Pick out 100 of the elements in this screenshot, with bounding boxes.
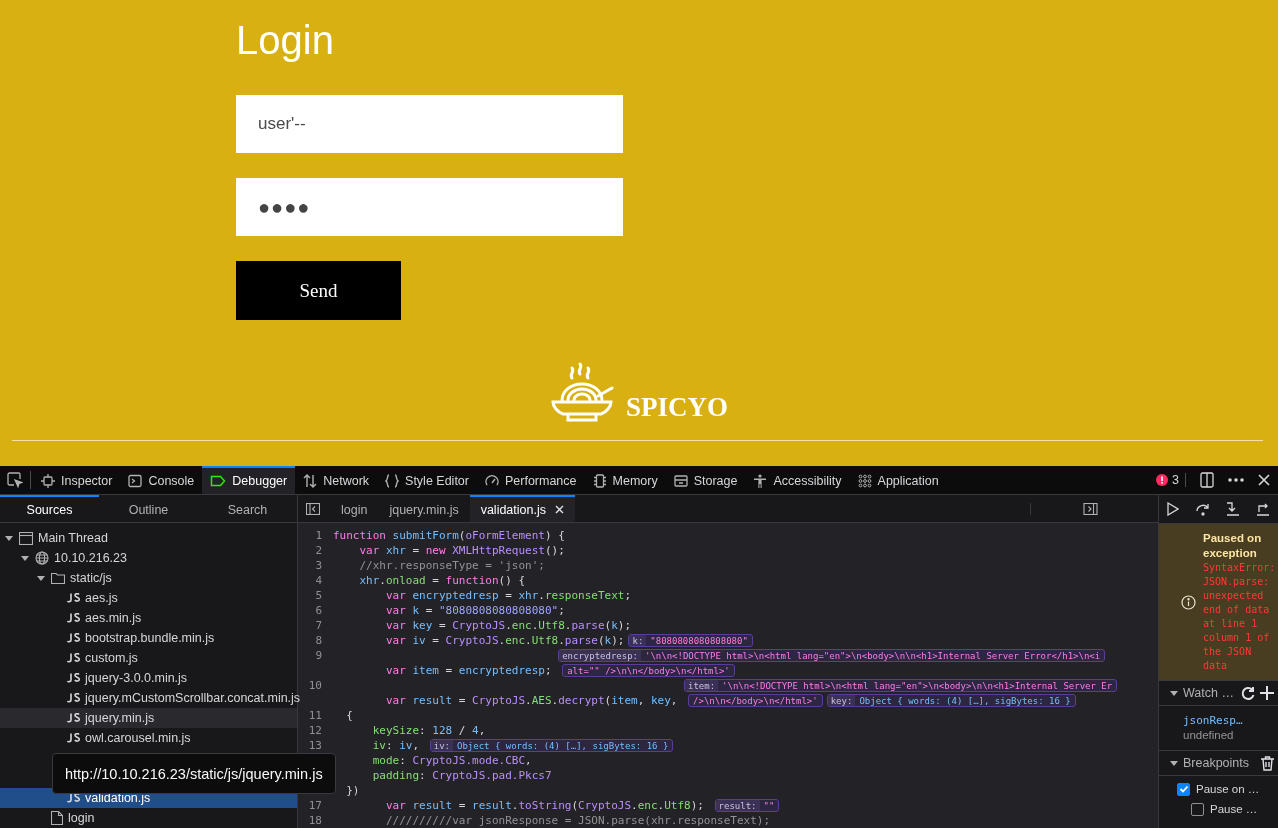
tree-item[interactable]: 10.10.216.23 <box>0 548 297 568</box>
sidebar-tab[interactable]: Sources <box>0 495 99 522</box>
network-icon <box>303 474 318 488</box>
code-line: padding: CryptoJS.pad.Pkcs7 <box>371 769 552 782</box>
info-icon <box>1181 594 1196 610</box>
js-file-icon <box>67 693 80 703</box>
inline-preview: k: "8080808080808080" <box>628 634 753 647</box>
sidebar-tab[interactable]: Search <box>198 495 297 522</box>
devtools-tab[interactable]: Inspector <box>33 466 121 494</box>
send-button[interactable]: Send <box>236 261 401 320</box>
js-file-icon <box>67 793 80 803</box>
watch-expression[interactable]: jsonResp… <box>1183 714 1278 728</box>
code-line: var xhr = new XMLHttpRequest(); <box>358 544 565 557</box>
line-number: 10 <box>307 679 323 692</box>
inline-preview: encryptedresp: '\n\n<!DOCTYPE html>\n<html lang="en">\n<body>\n\n<h1>Internal Server Error</h1>\n<i <box>558 649 1106 662</box>
toggle-sidebar-icon[interactable] <box>306 502 320 515</box>
file-tab[interactable]: jquery.min.js <box>378 495 470 522</box>
element-picker-icon[interactable] <box>7 472 23 488</box>
devtools-tab[interactable]: Performance <box>476 466 585 494</box>
devtools-tab[interactable]: Storage <box>665 466 746 494</box>
line-number: 2 <box>314 544 323 557</box>
line-number: 3 <box>314 559 323 572</box>
tree-item[interactable]: static/js <box>0 568 297 588</box>
step-over-icon[interactable] <box>1194 502 1211 516</box>
login-heading: Login <box>236 17 334 64</box>
tree-item[interactable]: Main Thread <box>0 528 297 548</box>
close-icon[interactable] <box>1258 474 1270 486</box>
dock-icon[interactable] <box>1200 472 1214 488</box>
devtools-tab[interactable]: Debugger <box>202 466 296 494</box>
close-tab-icon[interactable] <box>555 505 564 514</box>
js-file-icon <box>67 633 80 643</box>
tree-item[interactable]: bootstrap.bundle.min.js <box>0 628 297 648</box>
code-line: keySize: 128 / 4, <box>371 724 486 737</box>
inline-preview: item: '\n\n<!DOCTYPE html>\n<html lang="en">\n<body>\n\n<h1>Internal Server Er <box>684 679 1118 692</box>
checkbox[interactable] <box>1191 802 1204 816</box>
resume-icon[interactable] <box>1166 502 1179 516</box>
devtools-tab[interactable]: Network <box>295 466 378 494</box>
accessibility-icon <box>753 474 768 488</box>
devtools-tab[interactable]: Console <box>120 466 203 494</box>
tree-item[interactable]: jquery-3.0.0.min.js <box>0 668 297 688</box>
expand-arrow-icon[interactable] <box>36 573 46 583</box>
js-file-icon <box>67 713 80 723</box>
devtools-tab[interactable]: Accessibility <box>745 466 850 494</box>
username-field[interactable]: user'-- <box>236 95 623 153</box>
error-message: SyntaxError: JSON.parse: unexpected end of data at line 1 column 1 of the JSON data <box>1203 561 1276 673</box>
devtools-tab[interactable]: Application <box>849 466 947 494</box>
password-field[interactable]: ●●●● <box>236 178 623 236</box>
option-label: Pause … <box>1210 803 1258 815</box>
js-file-icon <box>67 653 80 663</box>
code-line: //////////var jsonResponse = JSON.parse(xhr.responseText); <box>384 814 771 827</box>
more-icon[interactable] <box>1228 478 1244 482</box>
code-line: var result = result.toString(CryptoJS.enc.Utf8); <box>384 799 705 812</box>
collapse-arrow-icon[interactable] <box>1169 688 1179 698</box>
inline-preview: iv: Object { words: (4) […], sigBytes: 16 } <box>429 739 674 752</box>
tree-item[interactable]: aes.min.js <box>0 608 297 628</box>
line-number: 6 <box>314 604 323 617</box>
trash-icon[interactable] <box>1261 755 1274 771</box>
line-number: 5 <box>314 589 323 602</box>
code-line: //xhr.responseType = 'json'; <box>358 559 545 572</box>
add-icon[interactable] <box>1260 686 1274 700</box>
expand-arrow-icon[interactable] <box>20 553 30 563</box>
line-number: 12 <box>307 724 323 737</box>
file-tab[interactable]: login <box>330 495 379 522</box>
tree-item[interactable]: aes.js <box>0 588 297 608</box>
line-number: 13 <box>307 739 323 752</box>
js-file-icon <box>67 733 80 743</box>
section-title[interactable]: Watch … <box>1183 686 1237 700</box>
code-line: }) <box>345 784 360 797</box>
section-title[interactable]: Breakpoints <box>1183 756 1257 770</box>
line-number: 7 <box>314 619 323 632</box>
refresh-icon[interactable] <box>1241 685 1256 701</box>
step-out-icon[interactable] <box>1256 502 1271 516</box>
error-icon <box>1156 474 1169 486</box>
code-line: mode: CryptoJS.mode.CBC, <box>371 754 532 767</box>
devtools-tab[interactable]: Style Editor <box>377 466 477 494</box>
tree-item[interactable]: owl.carousel.min.js <box>0 728 297 748</box>
tree-item[interactable]: login <box>0 808 297 828</box>
file-icon <box>51 811 63 825</box>
sidebar-tab[interactable]: Outline <box>99 495 198 522</box>
checkbox[interactable] <box>1177 782 1190 796</box>
storage-icon <box>673 474 688 488</box>
code-line: xhr.onload = function() { <box>358 574 526 587</box>
step-in-icon[interactable] <box>1226 502 1241 516</box>
file-tab[interactable]: validation.js <box>469 495 575 522</box>
error-count[interactable]: 3 <box>1156 473 1186 487</box>
tree-item[interactable]: jquery.min.js <box>0 708 297 728</box>
inline-preview: result: "" <box>714 799 780 812</box>
line-number: 11 <box>307 709 323 722</box>
pause-title: Paused on exception <box>1203 531 1263 561</box>
inspector-icon <box>41 474 55 488</box>
expand-arrow-icon[interactable] <box>4 533 14 543</box>
code-line: { <box>345 709 353 722</box>
js-file-icon <box>67 593 80 603</box>
tree-item[interactable]: custom.js <box>0 648 297 668</box>
line-number: 17 <box>307 799 323 812</box>
collapse-arrow-icon[interactable] <box>1169 758 1179 768</box>
devtools-tab[interactable]: Memory <box>584 466 666 494</box>
option-label: Pause on … <box>1196 783 1260 795</box>
chip-icon <box>592 474 607 488</box>
line-number: 8 <box>314 634 323 647</box>
